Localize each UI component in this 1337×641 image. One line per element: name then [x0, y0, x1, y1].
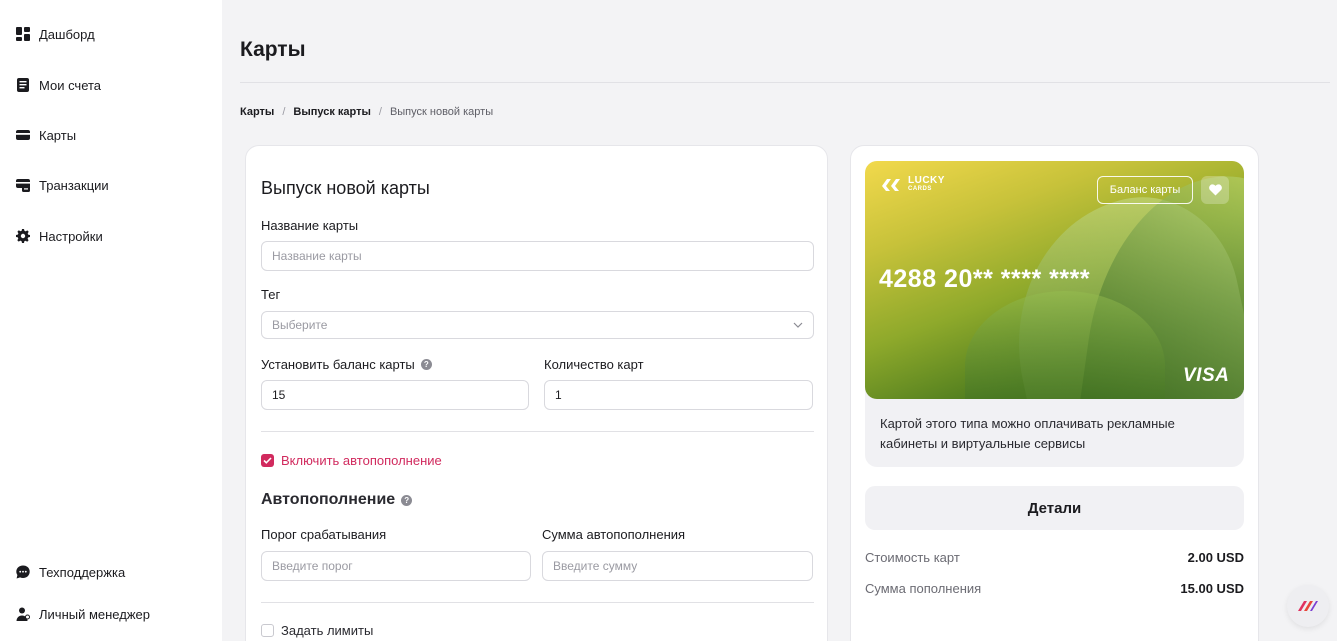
floating-chat-button[interactable] [1287, 585, 1329, 627]
favorite-button[interactable] [1201, 176, 1229, 204]
limits-checkbox[interactable]: Задать лимиты [261, 623, 373, 638]
help-icon[interactable]: ? [420, 359, 432, 370]
sidebar-item-label: Техподдержка [39, 564, 126, 580]
autorefill-heading: Автопополнение ? [261, 491, 413, 509]
sidebar: Дашборд Мои счета Карты Транзакции Настр… [0, 0, 222, 641]
refill-amount-input[interactable] [542, 551, 813, 581]
autorefill-heading-text: Автопополнение [261, 491, 396, 508]
card-info-block: LUCKY CARDS Баланс карты 4288 20** **** … [865, 161, 1244, 467]
sidebar-item-settings[interactable]: Настройки [16, 226, 103, 246]
refill-amount-label: Сумма автопополнения [542, 527, 686, 542]
issue-card-form: Выпуск новой карты Название карты Тег Вы… [245, 145, 828, 641]
lucky-cards-logo: LUCKY CARDS [880, 176, 945, 193]
gear-icon [16, 229, 30, 243]
quantity-label: Количество карт [544, 357, 644, 372]
sidebar-item-label: Карты [39, 127, 77, 143]
breadcrumb-item-issue[interactable]: Выпуск карты [293, 106, 370, 118]
sidebar-item-label: Транзакции [39, 177, 109, 193]
title-divider [240, 82, 1330, 83]
sidebar-item-accounts[interactable]: Мои счета [16, 75, 101, 95]
autorefill-checkbox-label: Включить автопополнение [281, 453, 442, 468]
limits-checkbox-label: Задать лимиты [281, 623, 374, 638]
sidebar-item-label: Настройки [39, 228, 103, 244]
balance-label: Установить баланс карты ? [261, 357, 432, 372]
card-balance-button[interactable]: Баланс карты [1097, 176, 1193, 204]
tag-select-placeholder: Выберите [272, 318, 328, 332]
sidebar-item-label: Мои счета [39, 77, 102, 93]
sidebar-item-support[interactable]: Техподдержка [16, 562, 125, 582]
transactions-icon [16, 178, 30, 192]
threshold-label: Порог срабатывания [261, 527, 387, 542]
user-icon [16, 607, 30, 621]
visa-logo: VISA [1183, 365, 1230, 386]
card-name-input[interactable] [261, 241, 814, 271]
card-description: Картой этого типа можно оплачивать рекла… [880, 416, 1175, 451]
summary-value: 15.00 USD [1180, 581, 1244, 596]
balance-label-text: Установить баланс карты [261, 357, 415, 372]
card-preview-panel: LUCKY CARDS Баланс карты 4288 20** **** … [850, 145, 1259, 641]
dashboard-icon [16, 27, 30, 41]
breadcrumb-current: Выпуск новой карты [389, 106, 494, 118]
details-button[interactable]: Детали [865, 486, 1244, 530]
help-icon[interactable]: ? [401, 494, 413, 506]
sidebar-item-label: Дашборд [39, 26, 95, 42]
threshold-input[interactable] [261, 551, 531, 581]
logo-brand-bottom: CARDS [908, 186, 932, 192]
summary-row-cost: Стоимость карт 2.00 USD [865, 550, 1244, 565]
card-number: 4288 20** **** **** [879, 265, 1091, 293]
tag-select[interactable]: Выберите [261, 311, 814, 339]
breadcrumb-separator: / [282, 106, 286, 118]
form-divider [261, 602, 814, 603]
checkbox-unchecked-icon[interactable] [261, 624, 274, 637]
summary-value: 2.00 USD [1187, 550, 1244, 565]
tag-label: Тег [261, 287, 281, 302]
heart-icon [1208, 184, 1222, 196]
autorefill-checkbox[interactable]: Включить автопополнение [261, 453, 442, 468]
form-divider [261, 431, 814, 432]
accounts-icon [16, 78, 30, 92]
chat-icon [16, 565, 30, 579]
summary-row-refill: Сумма пополнения 15.00 USD [865, 581, 1244, 596]
sidebar-item-cards[interactable]: Карты [16, 125, 76, 145]
card-icon [16, 128, 30, 142]
breadcrumb-separator: / [378, 106, 382, 118]
logo-mark-icon [882, 179, 900, 191]
summary-label: Сумма пополнения [865, 581, 982, 596]
chevron-down-icon [793, 322, 803, 328]
bank-card-preview: LUCKY CARDS Баланс карты 4288 20** **** … [865, 161, 1244, 399]
breadcrumb-item-cards[interactable]: Карты [240, 106, 274, 118]
balance-input[interactable] [261, 380, 529, 410]
sidebar-item-manager[interactable]: Личный менеджер [16, 604, 150, 624]
page-title: Карты [240, 38, 306, 61]
checkbox-checked-icon[interactable] [261, 454, 274, 467]
card-name-label: Название карты [261, 218, 359, 233]
quantity-input[interactable] [544, 380, 813, 410]
sidebar-item-dashboard[interactable]: Дашборд [16, 24, 95, 44]
breadcrumb: Карты / Выпуск карты / Выпуск новой карт… [240, 106, 493, 118]
summary-label: Стоимость карт [865, 550, 960, 565]
form-heading: Выпуск новой карты [261, 178, 430, 198]
brand-stripes-icon [1298, 601, 1318, 611]
sidebar-item-transactions[interactable]: Транзакции [16, 175, 109, 195]
sidebar-item-label: Личный менеджер [39, 606, 150, 622]
